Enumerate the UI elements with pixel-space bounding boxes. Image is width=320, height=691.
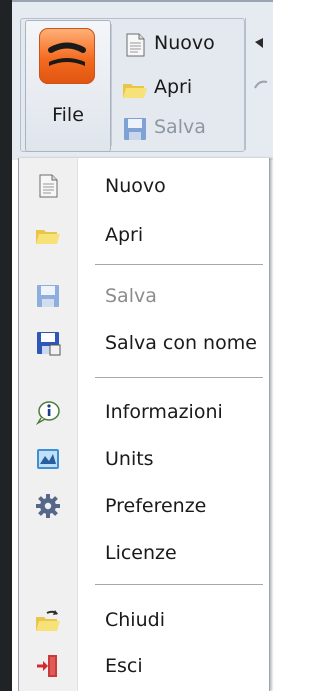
menu-item-licenses[interactable]: Licenze	[19, 533, 269, 573]
units-icon	[35, 446, 61, 472]
ribbon-open-label: Apri	[154, 76, 193, 98]
menu-item-save-as[interactable]: Salva con nome	[19, 323, 269, 363]
new-document-icon	[122, 32, 148, 58]
menu-item-preferences[interactable]: Preferenze	[19, 486, 269, 526]
folder-icon	[122, 76, 148, 102]
menu-item-label: Licenze	[105, 542, 177, 564]
save-icon	[35, 283, 61, 309]
menu-item-close[interactable]: Chiudi	[19, 600, 269, 640]
menu-item-info[interactable]: Informazioni	[19, 392, 269, 432]
ribbon-open-button[interactable]: Apri	[122, 74, 240, 104]
menu-item-label: Chiudi	[105, 609, 165, 631]
menu-item-label: Preferenze	[105, 495, 207, 517]
file-button[interactable]: File	[25, 20, 111, 152]
save-icon	[122, 116, 148, 142]
ribbon-save-label: Salva	[154, 116, 206, 138]
file-button-label: File	[52, 104, 84, 126]
save-as-icon	[35, 330, 61, 356]
folder-icon	[35, 222, 61, 248]
ribbon: File Nuovo Apri Salva	[0, 0, 273, 691]
info-icon	[35, 399, 61, 426]
menu-separator	[95, 584, 263, 585]
gear-icon	[35, 493, 61, 519]
menu-item-label: Esci	[105, 655, 143, 677]
menu-item-label: Informazioni	[105, 401, 223, 423]
menu-item-label: Units	[105, 448, 154, 470]
menu-item-save[interactable]: Salva	[19, 276, 269, 316]
menu-item-open[interactable]: Apri	[19, 215, 269, 255]
menu-separator	[95, 264, 263, 265]
file-menu-icon	[39, 28, 95, 84]
ribbon-next-group	[245, 18, 273, 150]
menu-item-label: Salva	[105, 285, 157, 307]
menu-item-label: Apri	[105, 224, 144, 246]
menu-item-units[interactable]: Units	[19, 439, 269, 479]
menu-item-exit[interactable]: Esci	[19, 646, 269, 686]
close-folder-icon	[35, 607, 61, 633]
new-document-icon	[35, 173, 61, 199]
ribbon-save-button[interactable]: Salva	[122, 114, 240, 144]
ribbon-separator	[111, 24, 112, 146]
menu-item-label: Nuovo	[105, 175, 166, 197]
exit-icon	[35, 653, 61, 679]
file-menu-dropdown: Nuovo Apri Salva Salva con nome Informaz…	[18, 158, 270, 691]
ribbon-top-border	[0, 0, 273, 2]
ribbon-new-button[interactable]: Nuovo	[122, 30, 240, 60]
window-left-edge	[0, 0, 12, 691]
ribbon-new-label: Nuovo	[154, 32, 215, 54]
menu-item-label: Salva con nome	[105, 332, 257, 354]
menu-item-new[interactable]: Nuovo	[19, 166, 269, 206]
menu-separator	[95, 377, 263, 378]
